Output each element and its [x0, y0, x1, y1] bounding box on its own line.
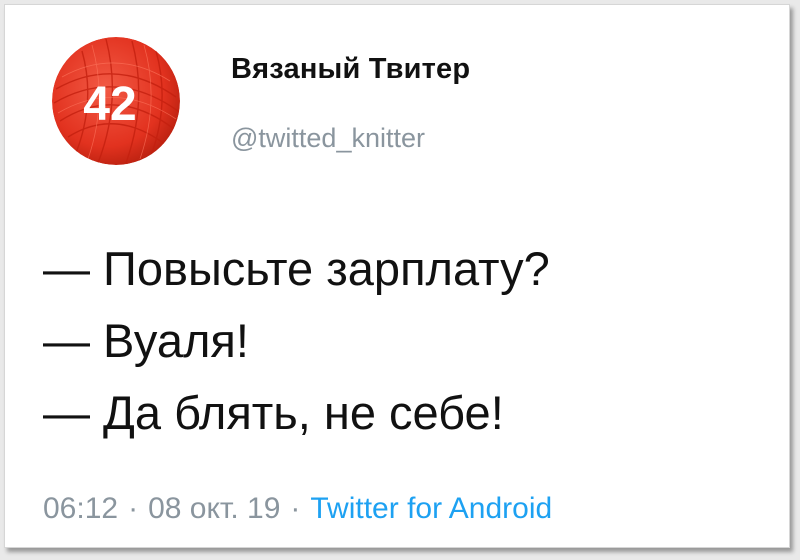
tweet-card: 42 Вязаный Твитер @twitted_knitter — Пов… [4, 4, 790, 548]
avatar-number: 42 [83, 78, 136, 131]
username-handle[interactable]: @twitted_knitter [231, 123, 425, 154]
meta-separator: · [128, 492, 139, 525]
tweet-text: — Повысьте зарплату? — Вуаля! — Да блять… [43, 233, 783, 449]
tweet-source-link[interactable]: Twitter for Android [310, 492, 552, 525]
tweet-meta: 06:12 · 08 окт. 19 · Twitter for Android [43, 492, 552, 526]
yarn-ball-icon: 42 [52, 37, 180, 165]
display-name[interactable]: Вязаный Твитер [231, 53, 470, 86]
meta-separator: · [290, 492, 301, 525]
tweet-date[interactable]: 08 окт. 19 [148, 492, 280, 525]
tweet-line: — Повысьте зарплату? [43, 242, 550, 295]
tweet-line: — Да блять, не себе! [43, 386, 504, 439]
avatar[interactable]: 42 [52, 37, 180, 165]
tweet-time[interactable]: 06:12 [43, 492, 118, 525]
tweet-line: — Вуаля! [43, 314, 249, 367]
